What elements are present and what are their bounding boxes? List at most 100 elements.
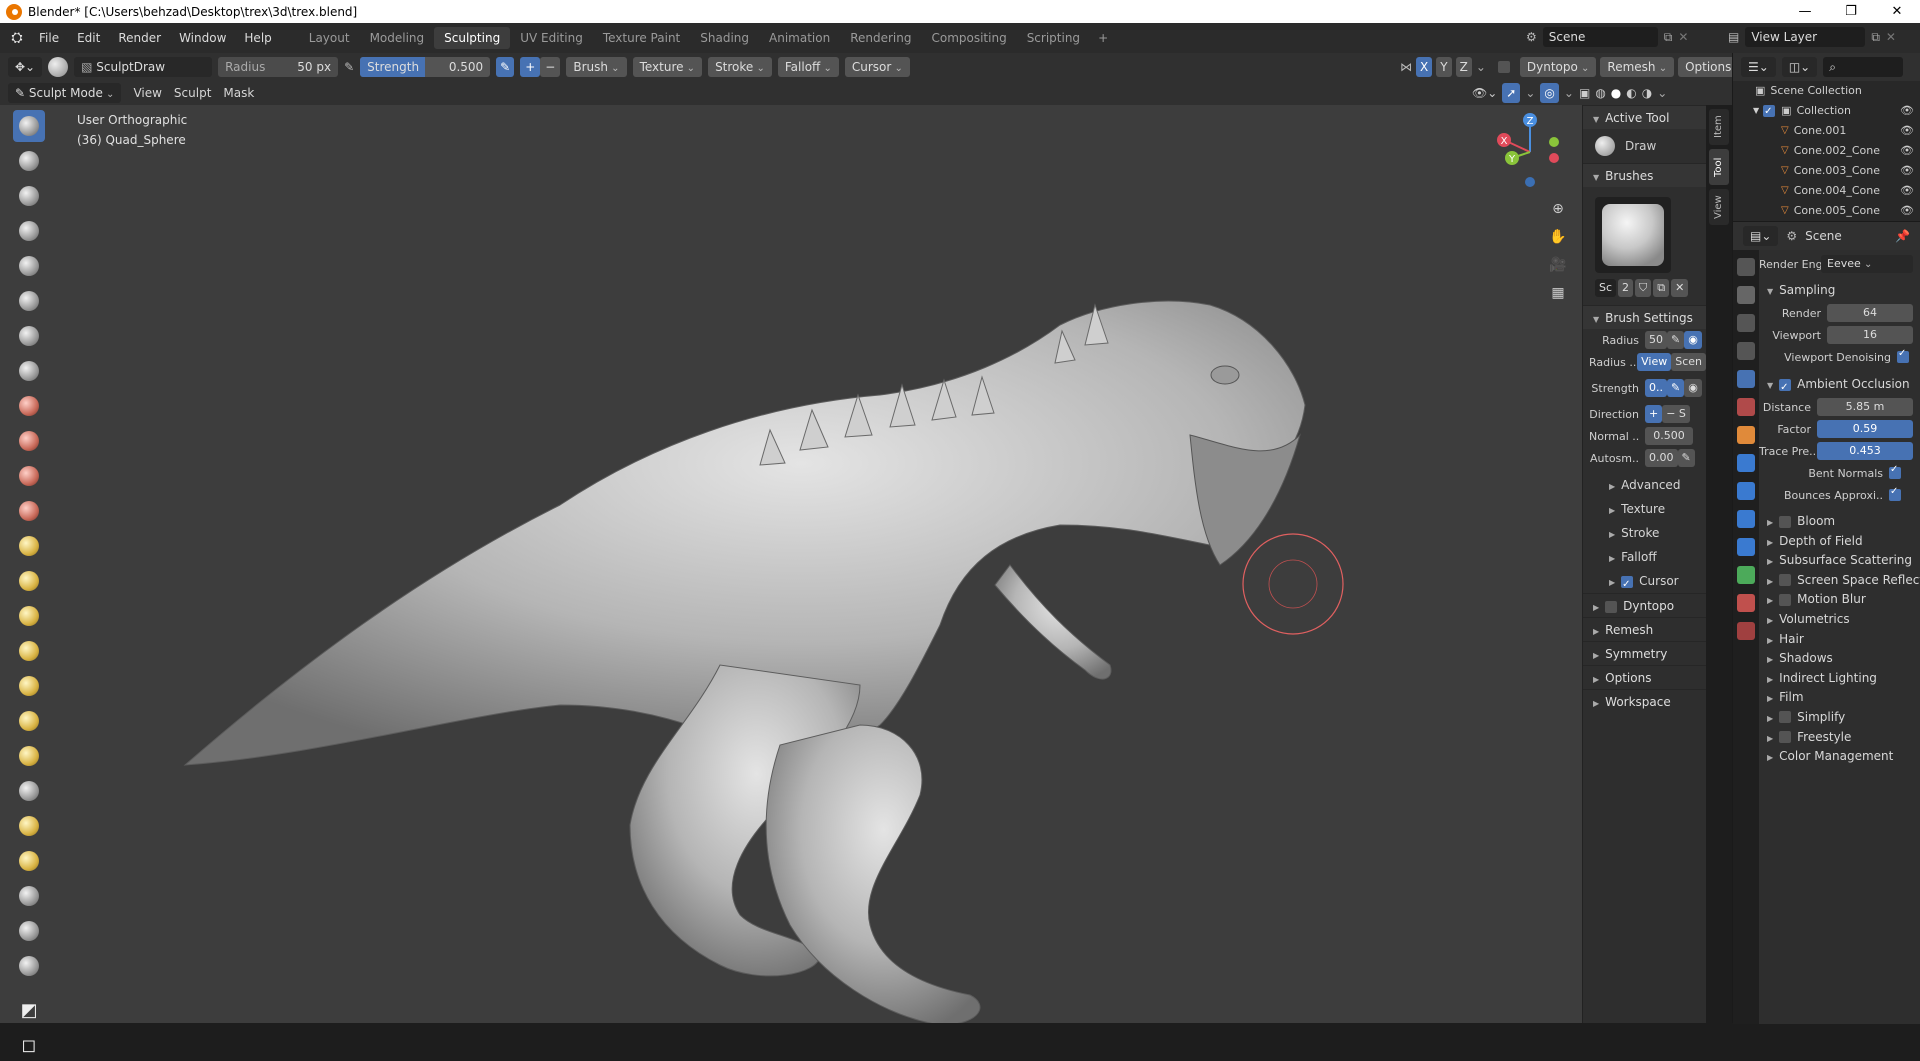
tool-box-mask[interactable] — [13, 915, 45, 947]
subsection-advanced[interactable]: ▶ Advanced — [1583, 473, 1706, 497]
new-view-layer-icon[interactable]: ⧉ — [1871, 30, 1880, 45]
tool-draw[interactable] — [13, 110, 45, 142]
tool-lasso-mask[interactable] — [13, 950, 45, 982]
options-section[interactable]: ▶ Options — [1583, 665, 1706, 689]
tool-rotate[interactable] — [13, 775, 45, 807]
texture-menu[interactable]: Texture — [632, 57, 703, 77]
xray-icon[interactable]: ▣ — [1579, 86, 1590, 100]
tab-sculpting[interactable]: Sculpting — [434, 27, 511, 49]
viewport-samples-value[interactable]: 16 — [1827, 326, 1913, 344]
scene-field[interactable]: Scene — [1542, 27, 1658, 47]
collection-checkbox[interactable] — [1763, 102, 1776, 122]
strength-slider[interactable]: Strength 0.500 — [360, 57, 491, 77]
radius-unified-icon[interactable]: ◉ — [1684, 331, 1702, 349]
panel-shadows[interactable]: ▶ Shadows — [1759, 649, 1920, 669]
strength-row-value[interactable]: 0.. — [1645, 379, 1667, 397]
outliner-item[interactable]: ▽ Cone.005_Cone 👁 — [1733, 201, 1920, 221]
tool-layer[interactable] — [13, 250, 45, 282]
tool-scrape[interactable] — [13, 495, 45, 527]
rendered-shading-icon[interactable]: ◑ — [1642, 86, 1652, 100]
material-tab-icon[interactable] — [1737, 594, 1755, 612]
panel-indirect-lighting[interactable]: ▶ Indirect Lighting — [1759, 669, 1920, 689]
visibility-eye-icon[interactable]: 👁 — [1900, 101, 1914, 121]
tool-nudge[interactable] — [13, 740, 45, 772]
editor-type-icon[interactable]: ✥⌄ — [8, 57, 43, 77]
remove-view-layer-icon[interactable]: ✕ — [1886, 30, 1896, 44]
tool-draw-face-sets[interactable] — [13, 880, 45, 912]
wireframe-shading-icon[interactable]: ◍ — [1595, 86, 1605, 100]
tool-grab[interactable] — [13, 565, 45, 597]
tool-thumb[interactable] — [13, 670, 45, 702]
panel-screen-space-reflecti[interactable]: ▶ Screen Space Reflecti — [1759, 571, 1920, 591]
mode-selector[interactable]: ✎ Sculpt Mode — [8, 83, 122, 103]
tool-elastic[interactable] — [13, 600, 45, 632]
view-layer-icon[interactable]: ▤ — [1728, 30, 1739, 44]
visibility-eye-icon[interactable]: 👁 — [1900, 181, 1914, 201]
panel-checkbox[interactable] — [1779, 731, 1792, 744]
outliner-item[interactable]: ▽ Cone.001 👁 — [1733, 121, 1920, 141]
outliner-editor-type-icon[interactable]: ☰⌄ — [1741, 57, 1776, 77]
direction-add-button[interactable]: + — [520, 57, 541, 77]
outliner-collection[interactable]: ▼ ▣ Collection 👁 — [1733, 101, 1920, 122]
falloff-menu[interactable]: Falloff — [777, 57, 839, 77]
panel-checkbox[interactable] — [1779, 593, 1792, 606]
ambient-occlusion-checkbox[interactable] — [1779, 376, 1792, 396]
gizmo-neg-x-icon[interactable] — [1549, 153, 1559, 163]
visibility-icon[interactable]: 👁⌄ — [1472, 86, 1497, 100]
tool-mesh-filter[interactable]: ◩ — [13, 994, 45, 1026]
strength-unified-icon[interactable]: ◉ — [1684, 379, 1702, 397]
ao-distance-value[interactable]: 5.85 m — [1817, 398, 1913, 416]
radius-row-value[interactable]: 50 — [1645, 331, 1667, 349]
panel-motion-blur[interactable]: ▶ Motion Blur — [1759, 590, 1920, 610]
tool-clay[interactable] — [13, 180, 45, 212]
cursor-checkbox[interactable] — [1621, 573, 1634, 597]
remesh-menu[interactable]: Remesh — [1600, 57, 1675, 77]
tab-layout[interactable]: Layout — [299, 27, 360, 49]
ambient-occlusion-section[interactable]: ▼ Ambient Occlusion — [1759, 372, 1920, 397]
mirror-x-button[interactable]: X — [1416, 57, 1433, 77]
menu-mask[interactable]: Mask — [223, 86, 254, 100]
outliner-scene-collection[interactable]: ▣ Scene Collection — [1733, 81, 1920, 101]
direction-subtract[interactable]: − S — [1662, 405, 1690, 423]
menu-file[interactable]: File — [30, 23, 68, 53]
subsection-stroke[interactable]: ▶ Stroke — [1583, 521, 1706, 545]
tab-shading[interactable]: Shading — [690, 27, 759, 49]
fake-user-shield-icon[interactable]: ⛉ — [1635, 279, 1652, 297]
tool-snake-hook[interactable] — [13, 635, 45, 667]
tab-animation[interactable]: Animation — [759, 27, 840, 49]
menu-help[interactable]: Help — [235, 23, 280, 53]
tool-smooth[interactable] — [13, 390, 45, 422]
outliner-item[interactable]: ▽ Cone.002_Cone 👁 — [1733, 141, 1920, 161]
gizmo-neg-y-icon[interactable] — [1549, 137, 1559, 147]
bent-normals-checkbox[interactable] — [1889, 464, 1901, 479]
brush-settings-section[interactable]: ▼ Brush Settings — [1583, 305, 1706, 329]
radius-field[interactable]: Radius 50 px — [218, 57, 339, 77]
particles-tab-icon[interactable] — [1737, 482, 1755, 500]
panel-color-management[interactable]: ▶ Color Management — [1759, 747, 1920, 767]
solid-shading-icon[interactable]: ● — [1611, 86, 1621, 100]
radius-pressure-icon[interactable]: ✎ — [344, 60, 354, 74]
panel-checkbox[interactable] — [1779, 515, 1792, 528]
shading-dropdown-icon[interactable]: ⌄ — [1657, 86, 1667, 100]
navigation-gizmo[interactable]: Z X Y — [1490, 112, 1570, 192]
gizmo-neg-z-icon[interactable] — [1525, 177, 1535, 187]
autosmooth-pressure-icon[interactable]: ✎ — [1677, 449, 1695, 467]
constraints-tab-icon[interactable] — [1737, 538, 1755, 556]
tool-pose[interactable] — [13, 705, 45, 737]
visibility-eye-icon[interactable]: 👁 — [1900, 201, 1914, 221]
tool-flatten[interactable] — [13, 425, 45, 457]
menu-render[interactable]: Render — [109, 23, 170, 53]
stroke-menu[interactable]: Stroke — [708, 57, 772, 77]
maximize-button[interactable]: ❐ — [1828, 0, 1874, 23]
active-tool-section[interactable]: ▼ Active Tool — [1583, 105, 1706, 129]
brush-slot-field[interactable]: Sc — [1595, 279, 1617, 297]
tool-simplify[interactable] — [13, 810, 45, 842]
brush-preview-thumbnail[interactable] — [1595, 197, 1671, 273]
tab-item[interactable]: Item — [1709, 109, 1729, 145]
dyntopo-menu[interactable]: Dyntopo — [1519, 57, 1597, 77]
display-mode-icon[interactable]: ◫⌄ — [1781, 57, 1818, 77]
tab-rendering[interactable]: Rendering — [840, 27, 921, 49]
new-scene-icon[interactable]: ⧉ — [1664, 30, 1673, 45]
texture-tab-icon[interactable] — [1737, 622, 1755, 640]
tool-transform[interactable]: ◻ — [13, 1029, 45, 1061]
